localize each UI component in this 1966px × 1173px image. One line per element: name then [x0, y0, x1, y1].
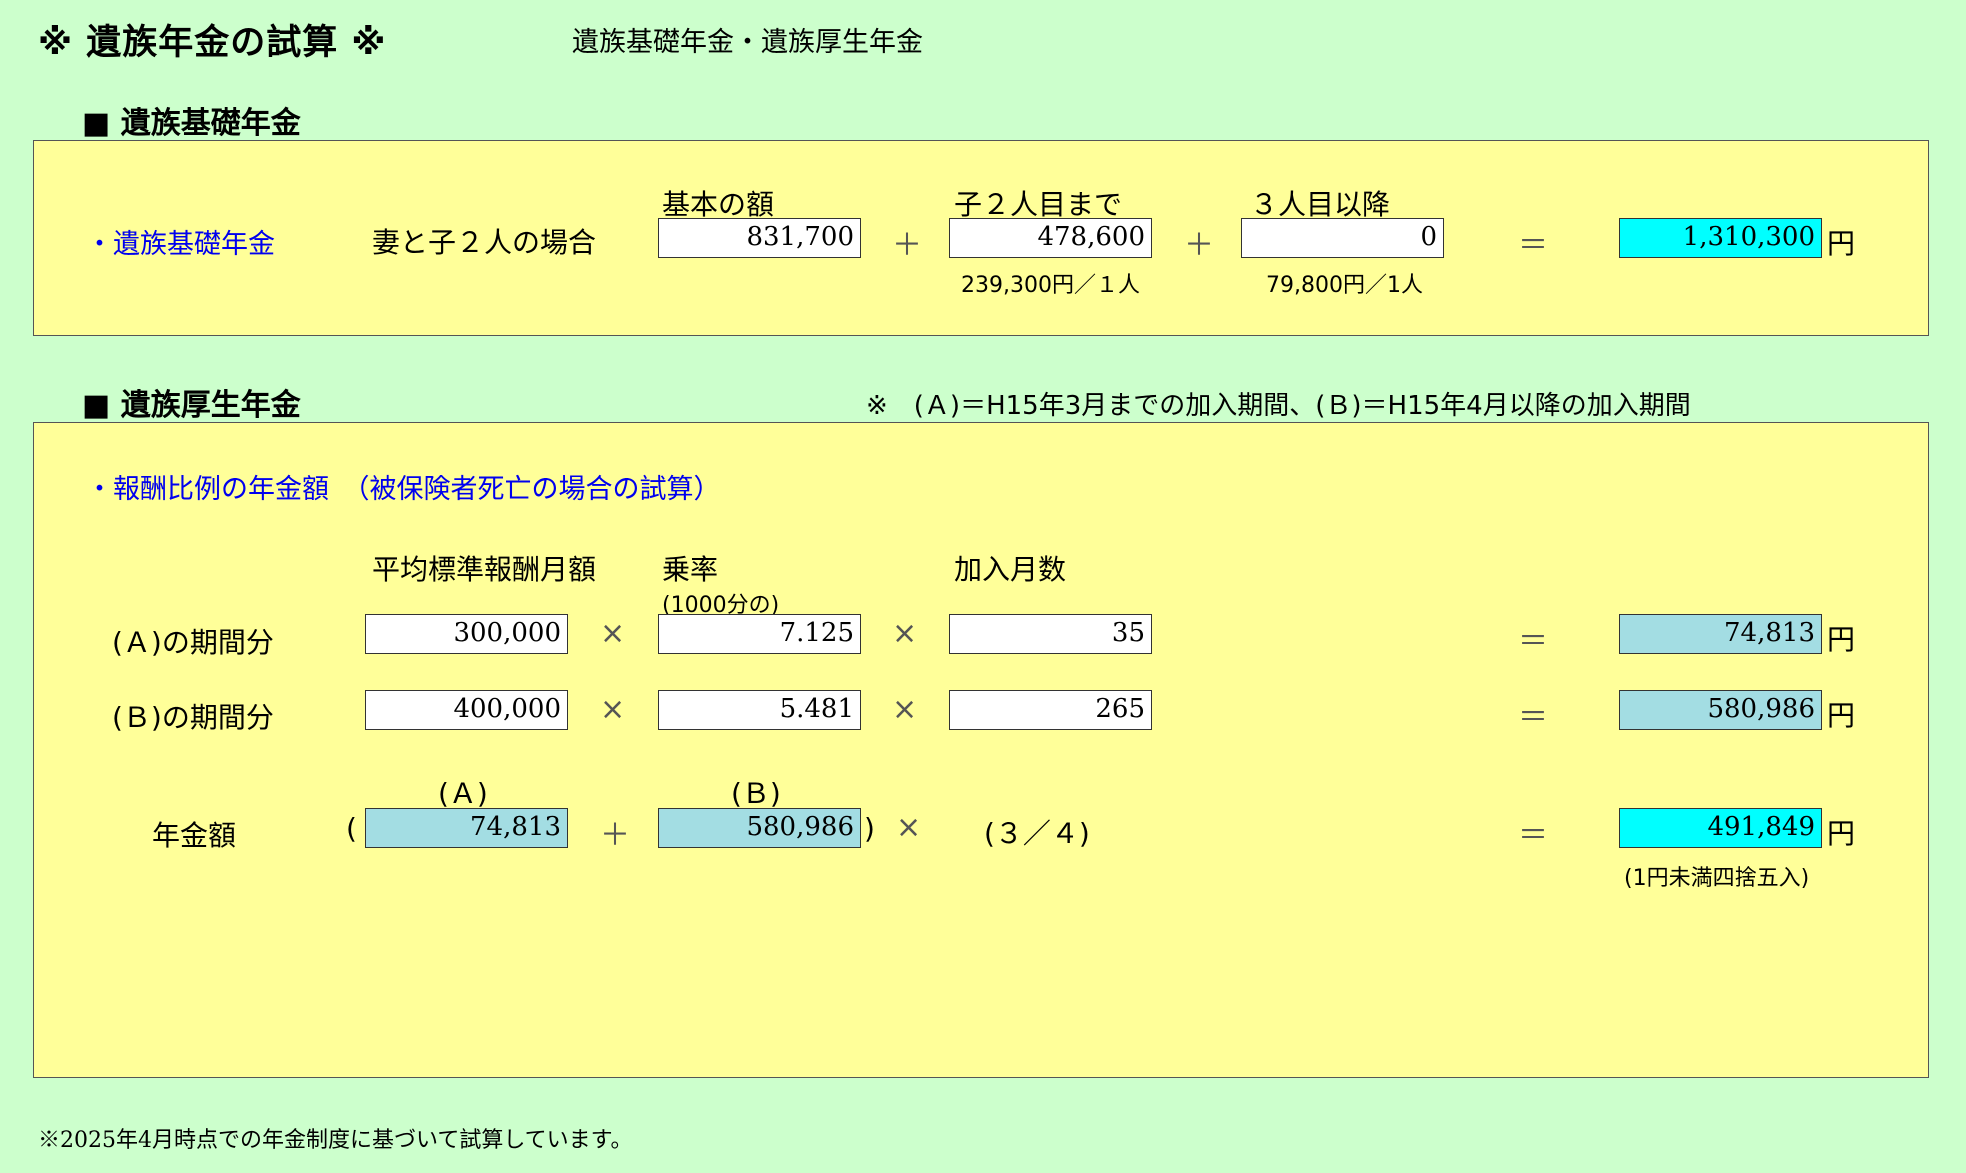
times-sign: × [600, 692, 626, 727]
row-a-label: (Ａ)の期間分 [112, 626, 274, 659]
a-result-field: 74,813 [1619, 614, 1822, 654]
times-sign: × [896, 810, 922, 845]
row-b-label: (Ｂ)の期間分 [112, 701, 274, 734]
kiso-base-field[interactable]: 831,700 [658, 218, 861, 258]
times-sign: × [892, 692, 918, 727]
kosei-heading: ■ 遺族厚生年金 [82, 388, 301, 423]
footer-note: ※2025年4月時点での年金制度に基づいて試算しています。 [38, 1128, 633, 1153]
fraction-label: (３／４) [984, 817, 1090, 850]
a-rate-field[interactable]: 7.125 [658, 614, 861, 654]
equals-sign: ＝ [1518, 818, 1548, 853]
a-avg-field[interactable]: 300,000 [365, 614, 568, 654]
plus-sign: ＋ [892, 228, 922, 263]
kiso-col-child3: ３人目以降 [1250, 188, 1391, 221]
rounding-note: (1円未満四捨五入) [1624, 866, 1810, 891]
b-result-field: 580,986 [1619, 690, 1822, 730]
yen-unit: 円 [1827, 699, 1856, 732]
yen-unit: 円 [1827, 623, 1856, 656]
open-paren: ( [346, 812, 357, 845]
kiso-col-base: 基本の額 [662, 188, 775, 221]
b-months-field[interactable]: 265 [949, 690, 1152, 730]
page-title: ※ 遺族年金の試算 ※ [38, 23, 387, 63]
kiso-col-child2: 子２人目まで [954, 188, 1123, 221]
kiso-child3-field[interactable]: 0 [1241, 218, 1444, 258]
plus-sign: ＋ [600, 818, 630, 853]
equals-sign: ＝ [1518, 700, 1548, 735]
kiso-total-field: 1,310,300 [1619, 218, 1822, 258]
close-paren: ) [864, 812, 875, 845]
equals-sign: ＝ [1518, 228, 1548, 263]
plus-sign: ＋ [1184, 228, 1214, 263]
sum-a-header: (Ａ) [438, 777, 488, 810]
a-months-field[interactable]: 35 [949, 614, 1152, 654]
b-avg-field[interactable]: 400,000 [365, 690, 568, 730]
kiso-row-label: ・遺族基礎年金 [86, 229, 275, 260]
kosei-col-rate: 乗率 [662, 553, 719, 586]
kiso-child2-note: 239,300円／１人 [961, 273, 1140, 298]
kosei-total-field: 491,849 [1619, 808, 1822, 848]
sum-b-header: (Ｂ) [731, 777, 781, 810]
page-subtitle: 遺族基礎年金・遺族厚生年金 [572, 27, 923, 58]
kosei-panel [33, 422, 1929, 1078]
kiso-heading: ■ 遺族基礎年金 [82, 106, 301, 141]
b-rate-field[interactable]: 5.481 [658, 690, 861, 730]
kosei-section-label: ・報酬比例の年金額 （被保険者死亡の場合の試算） [86, 474, 721, 505]
yen-unit: 円 [1827, 817, 1856, 850]
kosei-period-note: ※ (Ａ)＝H15年3月までの加入期間、(Ｂ)＝H15年4月以降の加入期間 [866, 391, 1691, 421]
sum-b-field: 580,986 [658, 808, 861, 848]
sum-label: 年金額 [152, 819, 237, 852]
yen-unit: 円 [1827, 227, 1856, 260]
kiso-child2-field[interactable]: 478,600 [949, 218, 1152, 258]
kiso-case-label: 妻と子２人の場合 [372, 226, 597, 259]
sum-a-field: 74,813 [365, 808, 568, 848]
kiso-child3-note: 79,800円／1人 [1266, 273, 1423, 298]
times-sign: × [892, 616, 918, 651]
times-sign: × [600, 616, 626, 651]
equals-sign: ＝ [1518, 624, 1548, 659]
kosei-col-months: 加入月数 [954, 553, 1067, 586]
kosei-col-avg: 平均標準報酬月額 [372, 553, 597, 586]
